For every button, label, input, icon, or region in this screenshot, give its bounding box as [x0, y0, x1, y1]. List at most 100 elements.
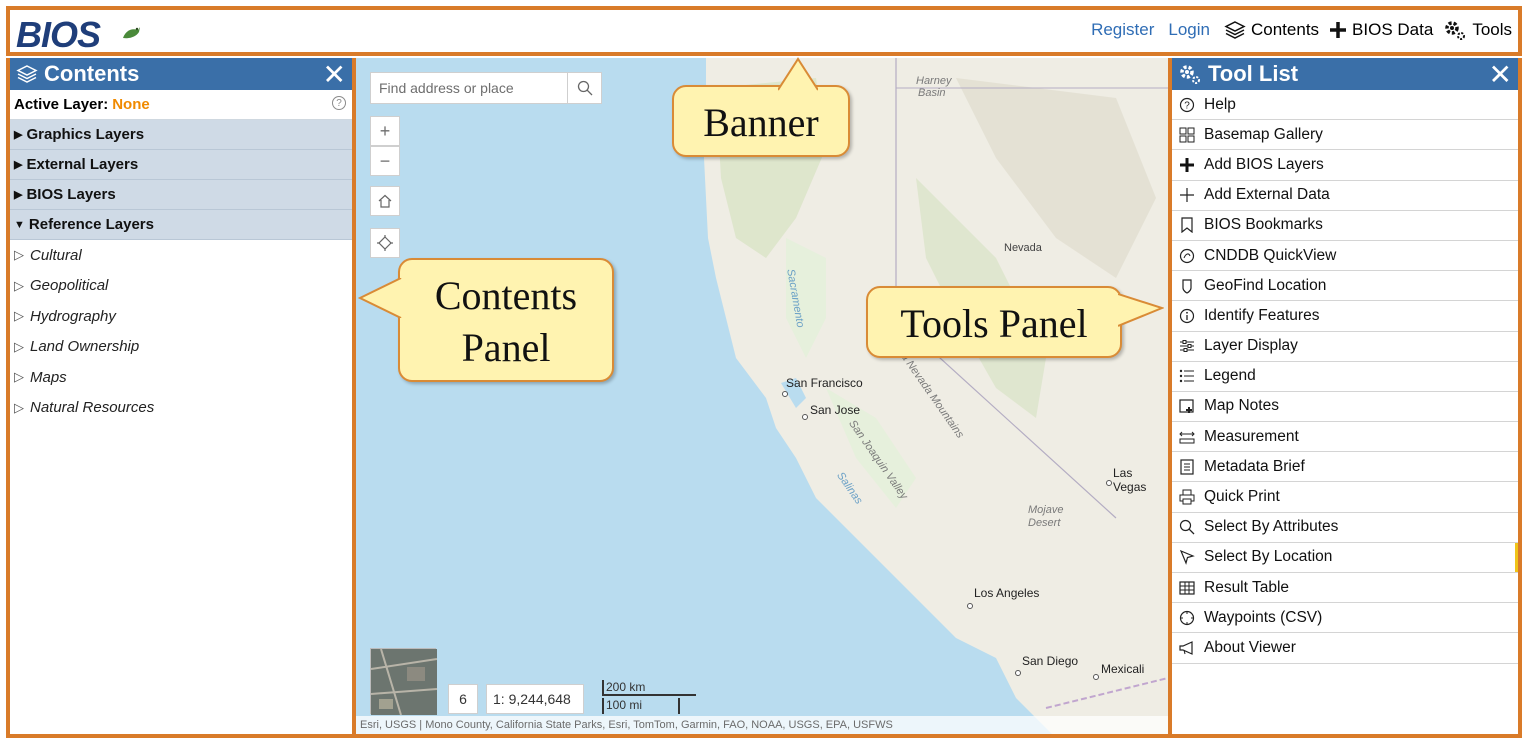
- register-link[interactable]: Register: [1091, 20, 1154, 40]
- tool-item-label: Add BIOS Layers: [1204, 155, 1324, 173]
- callout-pointer: [358, 278, 402, 318]
- zoom-out-button[interactable]: −: [370, 146, 400, 176]
- login-link[interactable]: Login: [1168, 20, 1210, 40]
- locate-icon: [377, 235, 393, 251]
- tool-item-map-notes[interactable]: Map Notes: [1172, 392, 1518, 423]
- tool-item-label: About Viewer: [1204, 638, 1296, 656]
- cursor-icon: [1178, 548, 1196, 566]
- tool-item-about-viewer[interactable]: About Viewer: [1172, 633, 1518, 664]
- tool-item-identify-features[interactable]: Identify Features: [1172, 301, 1518, 332]
- help-icon[interactable]: ?: [332, 96, 346, 110]
- sublayer-hydrography[interactable]: ▷ Hydrography: [10, 301, 352, 332]
- layer-group-reference[interactable]: ▼ Reference Layers: [10, 210, 352, 240]
- expand-triangle-icon: ▷: [14, 369, 24, 385]
- sublayer-label: Land Ownership: [30, 338, 140, 356]
- scalebar-km: 200 km: [602, 680, 696, 696]
- sublayer-label: Natural Resources: [30, 399, 155, 417]
- tool-item-select-by-location[interactable]: Select By Location: [1172, 542, 1518, 573]
- tool-item-result-table[interactable]: Result Table: [1172, 573, 1518, 604]
- contents-callout: Contents Panel: [358, 258, 614, 382]
- city-marker: [782, 391, 788, 397]
- tool-item-metadata-brief[interactable]: Metadata Brief: [1172, 452, 1518, 483]
- search-button[interactable]: [567, 73, 601, 103]
- info-icon: [1178, 307, 1196, 325]
- expand-arrow-icon: ▶: [14, 159, 23, 171]
- app-frame: BIOS Register Login Contents BIOS Data T…: [0, 0, 1528, 744]
- tools-panel-header: Tool List ✕: [1172, 58, 1518, 90]
- sublayer-geopolitical[interactable]: ▷ Geopolitical: [10, 271, 352, 302]
- tool-item-layer-display[interactable]: Layer Display: [1172, 332, 1518, 362]
- expand-triangle-icon: ▷: [14, 399, 24, 415]
- sublayer-label: Geopolitical: [30, 277, 109, 295]
- close-icon[interactable]: ✕: [1489, 58, 1512, 91]
- expand-triangle-icon: ▷: [14, 277, 24, 293]
- banner-nav: Register Login Contents BIOS Data Tools: [1091, 19, 1512, 41]
- tool-item-cnddb-quickview[interactable]: CNDDB QuickView: [1172, 241, 1518, 272]
- tools-button[interactable]: Tools: [1443, 19, 1512, 41]
- tool-item-label: Select By Attributes: [1204, 518, 1339, 536]
- search-icon: [1178, 518, 1196, 536]
- sublayer-cultural[interactable]: ▷ Cultural: [10, 240, 352, 271]
- tool-item-legend[interactable]: Legend: [1172, 362, 1518, 392]
- tool-item-select-by-attributes[interactable]: Select By Attributes: [1172, 513, 1518, 543]
- place-label: Las Vegas: [1113, 466, 1147, 494]
- city-marker: [1106, 480, 1112, 486]
- contents-button[interactable]: Contents: [1224, 20, 1319, 40]
- tool-item-add-external-data[interactable]: Add External Data: [1172, 181, 1518, 211]
- place-label: San Jose: [810, 403, 861, 417]
- sublayer-land-ownership[interactable]: ▷ Land Ownership: [10, 332, 352, 363]
- tool-item-geofind-location[interactable]: GeoFind Location: [1172, 271, 1518, 302]
- layer-group-label: External Layers: [26, 156, 139, 173]
- table-icon: [1178, 579, 1196, 597]
- expand-triangle-icon: ▷: [14, 308, 24, 324]
- scalebar-mi: 100 mi: [602, 698, 680, 714]
- tool-list: ? Help Basemap Gallery Add BIOS Layers Add …: [1172, 90, 1518, 664]
- tools-button-label: Tools: [1472, 20, 1512, 39]
- close-icon[interactable]: ✕: [323, 58, 346, 91]
- sublayer-maps[interactable]: ▷ Maps: [10, 362, 352, 393]
- map-view[interactable]: Harney Basin Nevada Sacramento San Franc…: [356, 58, 1168, 738]
- bios-data-button[interactable]: BIOS Data: [1329, 20, 1433, 40]
- tool-item-basemap-gallery[interactable]: Basemap Gallery: [1172, 120, 1518, 151]
- layer-group-bios[interactable]: ▶ BIOS Layers: [10, 180, 352, 210]
- tool-item-waypoints-csv[interactable]: Waypoints (CSV): [1172, 603, 1518, 634]
- sliders-icon: [1178, 337, 1196, 355]
- overview-map[interactable]: [370, 648, 438, 716]
- tool-item-label: Select By Location: [1204, 548, 1333, 566]
- layer-group-external[interactable]: ▶ External Layers: [10, 150, 352, 180]
- tool-item-label: Result Table: [1204, 578, 1290, 596]
- tool-item-label: Help: [1204, 95, 1236, 113]
- callout-text: Contents: [434, 273, 578, 318]
- megaphone-icon: [1178, 639, 1196, 657]
- callout-pointer: [778, 57, 818, 91]
- tool-item-measurement[interactable]: Measurement: [1172, 422, 1518, 453]
- plus-icon: [1330, 22, 1347, 38]
- tool-item-help[interactable]: ? Help: [1172, 90, 1518, 121]
- bios-logo[interactable]: BIOS: [16, 14, 101, 56]
- layer-group-label: Reference Layers: [28, 216, 154, 233]
- waypoint-icon: [1178, 609, 1196, 627]
- place-label: Nevada: [1004, 242, 1042, 254]
- layer-group-label: BIOS Layers: [26, 186, 116, 203]
- callout-text: Tools Panel: [900, 301, 1088, 346]
- city-marker: [967, 603, 973, 609]
- tool-item-quick-print[interactable]: Quick Print: [1172, 482, 1518, 513]
- tool-item-label: BIOS Bookmarks: [1204, 216, 1323, 234]
- city-marker: [802, 414, 808, 420]
- sublayer-natural-resources[interactable]: ▷ Natural Resources: [10, 393, 352, 424]
- tool-item-label: Add External Data: [1204, 186, 1330, 204]
- zoom-in-button[interactable]: +: [370, 116, 400, 146]
- active-layer-value: None: [112, 96, 150, 113]
- expand-triangle-icon: ▷: [14, 247, 24, 263]
- plus-icon: [1178, 186, 1196, 204]
- home-button[interactable]: [370, 186, 400, 216]
- search-input[interactable]: Find address or place: [371, 80, 567, 96]
- banner: BIOS Register Login Contents BIOS Data T…: [6, 6, 1522, 56]
- collapse-arrow-icon: ▼: [14, 218, 25, 231]
- place-label: Harney: [916, 75, 952, 87]
- locate-button[interactable]: [370, 228, 400, 258]
- tool-item-bios-bookmarks[interactable]: BIOS Bookmarks: [1172, 211, 1518, 241]
- map-attribution: Esri, USGS | Mono County, California Sta…: [356, 716, 1168, 734]
- layer-group-graphics[interactable]: ▶ Graphics Layers: [10, 120, 352, 150]
- tool-item-add-bios-layers[interactable]: Add BIOS Layers: [1172, 150, 1518, 181]
